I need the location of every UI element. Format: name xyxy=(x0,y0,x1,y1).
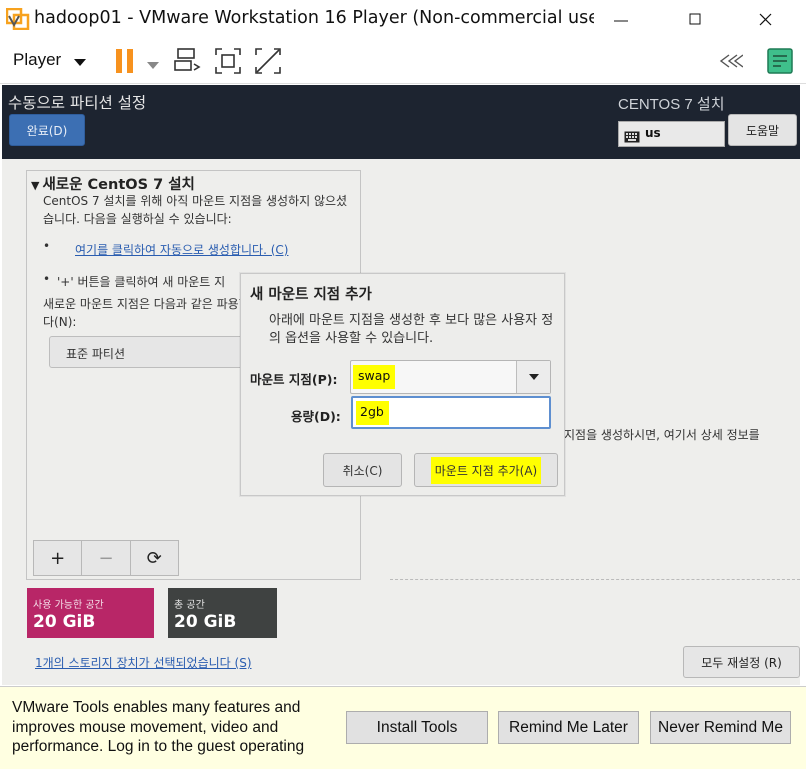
bullet: • xyxy=(43,272,51,286)
manual-add-hint: '+' 버튼을 클릭하여 새 마운트 지 xyxy=(57,275,226,289)
available-space-label: 사용 가능한 공간 xyxy=(33,600,104,611)
capacity-value: 2gb xyxy=(356,401,389,425)
player-toolbar: Player xyxy=(0,38,806,84)
chevron-down-icon xyxy=(528,374,539,380)
dialog-title: 새 마운트 지점 추가 xyxy=(250,287,372,303)
available-space-value: 20 GiB xyxy=(33,612,96,632)
notes-icon[interactable] xyxy=(766,47,794,79)
reset-all-button[interactable]: 모두 재설정 (R) xyxy=(683,646,800,678)
close-icon xyxy=(759,13,772,26)
storage-devices-link[interactable]: 1개의 스토리지 장치가 선택되었습니다 (S) xyxy=(35,654,252,671)
anaconda-header: 수동으로 파티션 설정 완료(D) CENTOS 7 설치 us 도움말 xyxy=(2,85,800,159)
chevron-down-icon[interactable] xyxy=(146,56,160,75)
total-space-label: 총 공간 xyxy=(174,600,205,611)
collapse-icon[interactable] xyxy=(717,52,744,74)
window-title: hadoop01 - VMware Workstation 16 Player … xyxy=(34,8,594,28)
mount-point-toolbar: + − ⟳ xyxy=(33,540,179,576)
section-title[interactable]: ▼ 새로운 CentOS 7 설치 xyxy=(31,173,195,194)
scheme-description: 새로운 마운트 지점은 다음과 같은 파용합니다(N): xyxy=(43,297,261,329)
send-ctrl-alt-del-icon[interactable] xyxy=(172,46,202,80)
capacity-input[interactable]: 2gb xyxy=(351,396,551,429)
player-menu-button[interactable]: Player xyxy=(13,50,61,70)
fullscreen-icon[interactable] xyxy=(213,46,243,80)
vmware-tools-notification: VMware Tools enables many features and i… xyxy=(0,686,806,769)
close-button[interactable] xyxy=(743,4,789,34)
done-button[interactable]: 완료(D) xyxy=(9,114,85,146)
maximize-icon xyxy=(689,13,701,25)
partition-scheme-select[interactable]: 표준 파티션 xyxy=(49,336,249,368)
total-space-value: 20 GiB xyxy=(174,612,237,632)
never-remind-me-button[interactable]: Never Remind Me xyxy=(650,711,791,744)
keyboard-icon xyxy=(624,128,640,147)
add-mount-point-dialog: 새 마운트 지점 추가 아래에 마운트 지점을 생성한 후 보다 많은 사용자 … xyxy=(240,273,565,496)
help-button[interactable]: 도움말 xyxy=(728,114,797,146)
install-tools-button[interactable]: Install Tools xyxy=(346,711,488,744)
add-mount-point-confirm-button[interactable]: 마운트 지점 추가(A) xyxy=(414,453,558,487)
remind-me-later-button[interactable]: Remind Me Later xyxy=(498,711,639,744)
remove-mount-point-button[interactable]: − xyxy=(82,541,131,575)
bullet: • xyxy=(43,239,51,253)
auto-create-link[interactable]: 여기를 클릭하여 자동으로 생성합니다. (C) xyxy=(75,241,288,258)
guest-screen: 수동으로 파티션 설정 완료(D) CENTOS 7 설치 us 도움말 ▼ 새로… xyxy=(2,85,800,685)
add-mount-point-confirm-label: 마운트 지점 추가(A) xyxy=(430,456,542,484)
vmware-logo-icon xyxy=(5,7,30,31)
minimize-button[interactable] xyxy=(598,4,644,34)
page-title: 수동으로 파티션 설정 xyxy=(8,94,147,112)
pause-icon[interactable] xyxy=(114,48,138,78)
add-mount-point-button[interactable]: + xyxy=(34,541,83,575)
window-titlebar: hadoop01 - VMware Workstation 16 Player … xyxy=(0,0,806,38)
total-space-box: 총 공간 20 GiB xyxy=(168,588,277,638)
divider xyxy=(390,579,800,580)
unity-icon[interactable] xyxy=(253,46,283,80)
mount-point-label: 마운트 지점(P): xyxy=(250,372,338,387)
keyboard-layout-label: us xyxy=(645,126,661,140)
mount-point-value: swap xyxy=(353,365,396,389)
mount-point-combobox[interactable]: swap xyxy=(350,360,551,394)
available-space-box: 사용 가능한 공간 20 GiB xyxy=(27,588,154,638)
mount-point-dropdown-button[interactable] xyxy=(516,361,550,393)
section-title-label: 새로운 CentOS 7 설치 xyxy=(42,177,195,193)
tools-message: VMware Tools enables many features and i… xyxy=(12,699,305,755)
cancel-button[interactable]: 취소(C) xyxy=(323,453,402,487)
dialog-description: 아래에 마운트 지점을 생성한 후 보다 많은 사용자 정의 옵션을 사용할 수… xyxy=(269,313,554,346)
capacity-label: 용량(D): xyxy=(291,409,341,424)
minimize-icon xyxy=(614,20,628,22)
details-hint-text: 지점을 생성하시면, 여기서 상세 정보를 xyxy=(564,428,760,442)
maximize-button[interactable] xyxy=(673,4,719,34)
expander-arrow-icon: ▼ xyxy=(31,179,40,192)
refresh-button[interactable]: ⟳ xyxy=(131,541,178,575)
product-title: CENTOS 7 설치 xyxy=(618,96,725,113)
dropdown-arrow-icon[interactable] xyxy=(73,53,87,72)
keyboard-layout-indicator[interactable]: us xyxy=(618,121,725,147)
intro-text: CentOS 7 설치를 위해 아직 마운트 지점을 생성하지 않으셨습니다. … xyxy=(43,194,348,226)
